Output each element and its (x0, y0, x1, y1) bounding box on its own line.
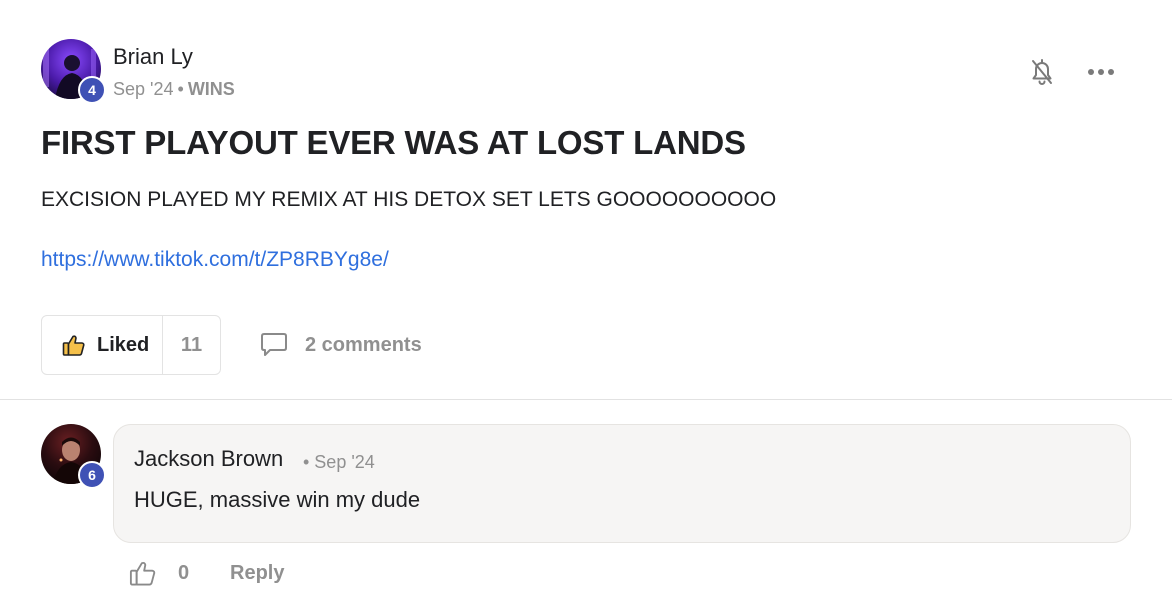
post-date[interactable]: Sep '24 (113, 79, 174, 99)
bell-off-icon (1032, 59, 1052, 85)
post-body: EXCISION PLAYED MY REMIX AT HIS DETOX SE… (41, 188, 777, 211)
like-count[interactable]: 11 (163, 316, 220, 374)
comment-author-name[interactable]: Jackson Brown (134, 446, 283, 472)
like-label: Liked (97, 333, 150, 356)
comment-date[interactable]: • Sep '24 (303, 452, 375, 473)
comment-bubble: Jackson Brown • Sep '24 HUGE, massive wi… (113, 424, 1131, 543)
thumbs-up-filled-icon (62, 335, 85, 356)
chat-bubble-icon (261, 333, 287, 356)
comments-label: 2 comments (305, 333, 422, 356)
more-horizontal-icon (1088, 69, 1114, 75)
more-options-button[interactable] (1085, 58, 1117, 86)
section-divider (0, 399, 1172, 400)
post-category[interactable]: WINS (188, 79, 235, 99)
like-button[interactable]: Liked (42, 316, 163, 374)
comment-like-button[interactable] (128, 558, 158, 588)
post-title: FIRST PLAYOUT EVER WAS AT LOST LANDS (41, 124, 746, 161)
author-level-badge: 4 (78, 76, 106, 104)
comment-text: HUGE, massive win my dude (134, 487, 421, 512)
like-control: Liked 11 (41, 315, 221, 375)
meta-separator: • (177, 79, 184, 99)
comments-button[interactable]: 2 comments (259, 330, 422, 360)
notifications-toggle-button[interactable] (1026, 56, 1058, 88)
author-name[interactable]: Brian Ly (113, 44, 193, 70)
reply-button[interactable]: Reply (230, 562, 284, 585)
thumbs-up-outline-icon (129, 561, 156, 586)
post-meta: Sep '24 • WINS (113, 79, 235, 100)
comment-level-badge: 6 (78, 461, 106, 489)
comment-like-count[interactable]: 0 (178, 562, 189, 585)
post-link[interactable]: https://www.tiktok.com/t/ZP8RBYg8e/ (41, 248, 389, 272)
